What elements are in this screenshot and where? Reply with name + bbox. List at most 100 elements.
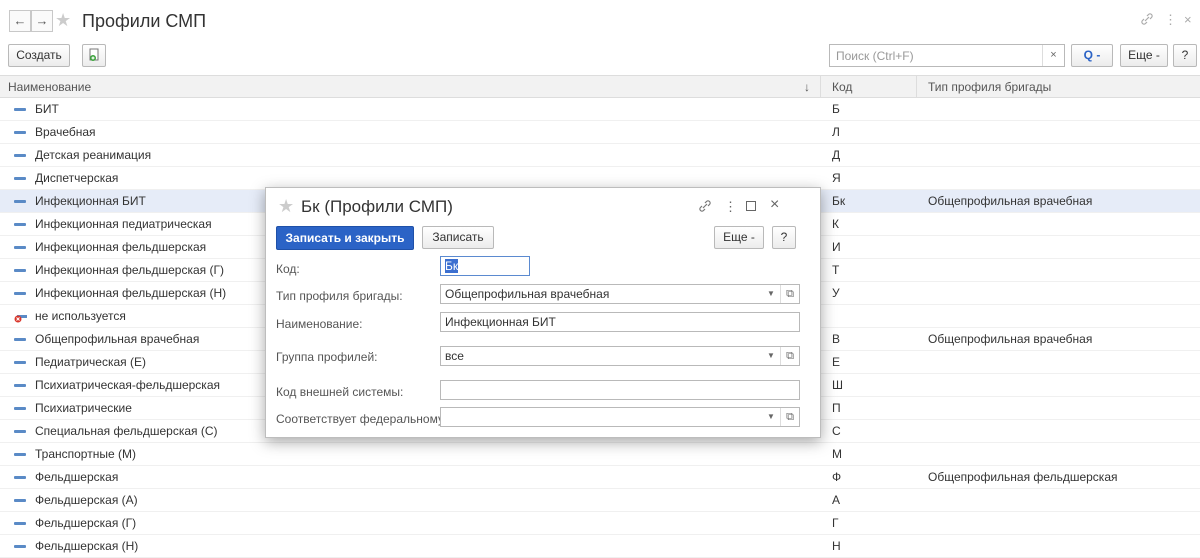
link-icon[interactable] <box>1140 12 1154 29</box>
cell-code: В <box>832 332 841 346</box>
open-icon[interactable]: ⧉ <box>780 347 799 365</box>
sort-down-icon[interactable]: ↓ <box>804 80 810 94</box>
row-marker-icon <box>14 154 26 157</box>
cell-name: Детская реанимация <box>35 148 152 162</box>
row-marker-icon <box>14 545 26 548</box>
row-marker-icon <box>14 108 26 111</box>
table-row[interactable]: Врачебная Л <box>0 121 1200 144</box>
link-icon[interactable] <box>698 199 712 216</box>
save-button[interactable]: Записать <box>422 226 494 249</box>
save-and-close-button[interactable]: Записать и закрыть <box>276 226 414 250</box>
dropdown-icon[interactable]: ▼ <box>763 347 779 365</box>
row-marker-icon <box>14 177 26 180</box>
dialog-help-button[interactable]: ? <box>772 226 796 249</box>
row-marker-icon <box>14 384 26 387</box>
cell-code: Бк <box>832 194 846 208</box>
column-header-code[interactable]: Код <box>832 80 852 94</box>
table-row[interactable]: Фельдшерская (Г) Г <box>0 512 1200 535</box>
name-value: Инфекционная БИТ <box>445 315 556 329</box>
more-vertical-icon[interactable]: ⋮ <box>1164 12 1177 28</box>
cell-code: М <box>832 447 842 461</box>
open-icon[interactable]: ⧉ <box>780 285 799 303</box>
maximize-icon[interactable] <box>746 199 756 214</box>
cell-name: Врачебная <box>35 125 96 139</box>
code-value: Бк <box>445 259 459 273</box>
cell-name: Фельдшерская <box>35 470 119 484</box>
more-button[interactable]: Еще - <box>1120 44 1168 67</box>
cell-name: Инфекционная фельдшерская <box>35 240 207 254</box>
close-icon[interactable]: × <box>1184 12 1192 27</box>
group-label: Группа профилей: <box>276 350 378 364</box>
external-code-field[interactable] <box>440 380 800 400</box>
name-label: Наименование: <box>276 317 363 331</box>
table-row[interactable]: Транспортные (М) М <box>0 443 1200 466</box>
row-marker-icon <box>14 499 26 502</box>
clear-search-icon[interactable]: × <box>1042 45 1064 66</box>
column-header-type[interactable]: Тип профиля бригады <box>928 80 1051 94</box>
federal-field[interactable]: ▼ ⧉ <box>440 407 800 427</box>
favorite-star-icon[interactable]: ★ <box>55 9 71 31</box>
table-row[interactable]: Фельдшерская (Н) Н <box>0 535 1200 558</box>
row-marker-icon <box>14 338 26 341</box>
close-icon[interactable]: × <box>770 196 779 214</box>
row-marker-icon <box>14 453 26 456</box>
search-input[interactable]: Поиск (Ctrl+F) × <box>829 44 1065 67</box>
cell-code: Я <box>832 171 841 185</box>
cell-name: Инфекционная фельдшерская (Н) <box>35 286 227 300</box>
table-row[interactable]: Детская реанимация Д <box>0 144 1200 167</box>
forward-arrow-icon: → <box>35 13 49 28</box>
back-button[interactable]: ← <box>9 10 31 32</box>
back-arrow-icon: ← <box>13 13 27 28</box>
open-icon[interactable]: ⧉ <box>780 408 799 426</box>
more-vertical-icon[interactable]: ⋮ <box>724 199 737 215</box>
group-value: все <box>445 349 464 363</box>
brigade-type-field[interactable]: Общепрофильная врачебная ▼ ⧉ <box>440 284 800 304</box>
cell-name: Специальная фельдшерская (С) <box>35 424 218 438</box>
table-row[interactable]: Фельдшерская Ф Общепрофильная фельдшерская <box>0 466 1200 489</box>
dialog-more-button[interactable]: Еще - <box>714 226 764 249</box>
row-marker-icon <box>14 131 26 134</box>
table-row[interactable]: БИТ Б <box>0 98 1200 121</box>
row-marker-icon <box>14 361 26 364</box>
search-placeholder: Поиск (Ctrl+F) <box>836 49 914 63</box>
create-button[interactable]: Создать <box>8 44 70 67</box>
brigade-type-value: Общепрофильная врачебная <box>445 287 610 301</box>
help-button[interactable]: ? <box>1173 44 1197 67</box>
cell-code: Т <box>832 263 840 277</box>
title-bar: ← → ★ Профили СМП ⋮ × <box>0 0 1200 40</box>
cell-code: Ш <box>832 378 843 392</box>
row-marker-icon <box>14 430 26 433</box>
cell-code: Е <box>832 355 841 369</box>
group-field[interactable]: все ▼ ⧉ <box>440 346 800 366</box>
cell-code: У <box>832 286 840 300</box>
cell-name: Инфекционная БИТ <box>35 194 146 208</box>
forward-button[interactable]: → <box>31 10 53 32</box>
table-row[interactable]: Фельдшерская (А) А <box>0 489 1200 512</box>
cell-name: Фельдшерская (А) <box>35 493 138 507</box>
cell-name: БИТ <box>35 102 59 116</box>
row-marker-icon <box>14 292 26 295</box>
name-field[interactable]: Инфекционная БИТ <box>440 312 800 332</box>
dropdown-icon[interactable]: ▼ <box>763 285 779 303</box>
page-title: Профили СМП <box>82 11 207 31</box>
dialog-title: Бк (Профили СМП) <box>301 197 453 216</box>
favorite-star-icon[interactable]: ★ <box>278 196 294 217</box>
cell-name: Общепрофильная врачебная <box>35 332 200 346</box>
cell-name: не используется <box>35 309 126 323</box>
code-field[interactable]: Бк <box>440 256 530 276</box>
cell-name: Инфекционная фельдшерская (Г) <box>35 263 224 277</box>
code-label: Код: <box>276 262 300 276</box>
search-button[interactable]: Q - <box>1071 44 1113 67</box>
copy-button[interactable] <box>82 44 106 67</box>
cell-code: С <box>832 424 841 438</box>
dropdown-icon[interactable]: ▼ <box>763 408 779 426</box>
cell-code: А <box>832 493 841 507</box>
column-divider <box>916 76 917 98</box>
cell-name: Психиатрическая-фельдшерская <box>35 378 220 392</box>
cell-name: Психиатрические <box>35 401 132 415</box>
row-marker-icon <box>14 246 26 249</box>
row-marker-icon <box>14 269 26 272</box>
column-header-name[interactable]: Наименование <box>8 80 91 94</box>
copy-document-icon <box>87 48 101 65</box>
cell-code: Ф <box>832 470 842 484</box>
